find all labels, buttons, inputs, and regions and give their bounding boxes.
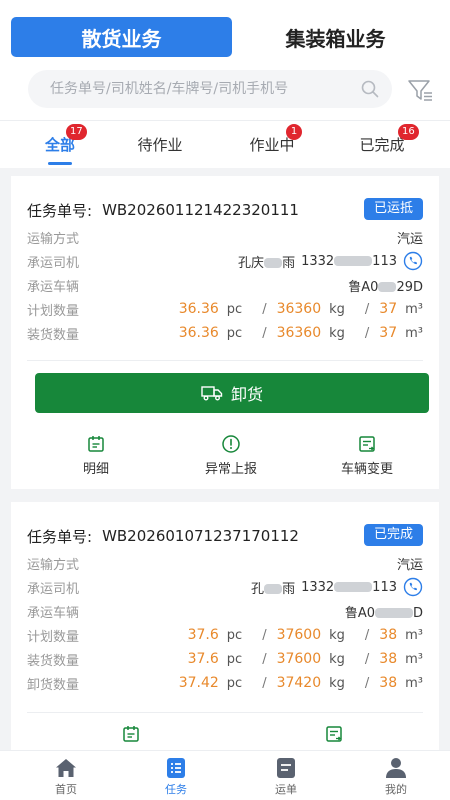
tab-all-badge: 17	[66, 124, 87, 140]
unload-quantity-row: 卸货数量 37.42 pc / 37420 kg / 38 m³	[27, 672, 423, 694]
transport-value: 汽运	[396, 231, 423, 247]
transport-label: 运输方式	[27, 557, 80, 573]
unload-quantity: 37.42 pc / 37420 kg / 38 m³	[178, 675, 423, 691]
transport-row: 运输方式 汽运	[27, 552, 423, 574]
order-number-row: 任务单号: WB202601071237170112 已完成	[27, 524, 423, 548]
driver-label: 承运司机	[27, 255, 80, 271]
nav-task[interactable]: 任务	[136, 757, 216, 797]
transport-value: 汽运	[396, 557, 423, 573]
plan-quantity-label: 计划数量	[27, 629, 80, 645]
task-list-page: 散货业务 集装箱业务 全部 17 待作业 作业中 1 已完成 16 任务单号:	[0, 0, 450, 800]
nav-waybill[interactable]: 运单	[246, 757, 326, 797]
driver-phone: 1332 113	[301, 253, 397, 269]
load-quantity-row: 装货数量 37.6 pc / 37600 kg / 38 m³	[27, 648, 423, 670]
driver-info: 孔庆雨 1332 113	[238, 251, 423, 271]
filter-icon[interactable]	[405, 75, 435, 105]
home-icon	[56, 759, 76, 777]
plan-quantity-row: 计划数量 37.6 pc / 37600 kg / 38 m³	[27, 624, 423, 646]
driver-row: 承运司机 孔庆雨 1332 113	[27, 250, 423, 272]
active-tab-indicator	[48, 162, 72, 165]
vehicle-row: 承运车辆 鲁A0 29D	[27, 274, 423, 296]
driver-name: 孔庆雨	[238, 255, 296, 271]
load-quantity: 37.6 pc / 37600 kg / 38 m³	[187, 651, 423, 667]
order-number-label: 任务单号:	[27, 527, 93, 546]
search-input[interactable]	[50, 81, 340, 97]
vehicle-row: 承运车辆 鲁A0 D	[27, 600, 423, 622]
load-quantity-label: 装货数量	[27, 653, 80, 669]
calendar-icon	[88, 436, 104, 452]
driver-info: 孔雨 1332 113	[251, 577, 423, 597]
card-divider	[27, 712, 423, 713]
driver-phone: 1332 113	[301, 579, 397, 595]
header-divider	[0, 120, 450, 121]
card-divider	[27, 360, 423, 361]
vehicle-label: 承运车辆	[27, 605, 80, 621]
tab-in-progress-badge: 1	[286, 124, 302, 140]
unload-quantity-label: 卸货数量	[27, 677, 80, 693]
search-bar	[28, 70, 392, 108]
plan-quantity-row: 计划数量 36.36 pc / 36360 kg / 37 m³	[27, 298, 423, 320]
detail-action[interactable]	[86, 724, 176, 748]
search-icon[interactable]	[360, 79, 380, 99]
edit-document-icon	[326, 726, 342, 742]
load-quantity-row: 装货数量 36.36 pc / 36360 kg / 37 m³	[27, 322, 423, 344]
header-panel: 散货业务 集装箱业务 全部 17 待作业 作业中 1 已完成 16	[0, 0, 450, 168]
load-quantity: 36.36 pc / 36360 kg / 37 m³	[178, 325, 423, 341]
nav-profile[interactable]: 我的	[356, 757, 436, 797]
alert-icon	[222, 435, 240, 453]
container-business-tab[interactable]: 集装箱业务	[232, 17, 439, 57]
plan-quantity: 36.36 pc / 36360 kg / 37 m³	[178, 301, 423, 317]
order-number: WB202601071237170112	[102, 527, 299, 545]
status-badge: 已完成	[363, 524, 423, 546]
driver-row: 承运司机 孔雨 1332 113	[27, 576, 423, 598]
vehicle-plate: 鲁A0 29D	[348, 279, 423, 295]
load-quantity-label: 装货数量	[27, 327, 80, 343]
vehicle-change-action[interactable]	[289, 724, 379, 748]
unload-button-label: 卸货	[230, 385, 263, 404]
phone-icon[interactable]	[403, 577, 423, 597]
transport-row: 运输方式 汽运	[27, 226, 423, 248]
tab-pending[interactable]: 待作业	[120, 130, 200, 160]
profile-icon	[386, 758, 406, 778]
plan-quantity-label: 计划数量	[27, 303, 80, 319]
vehicle-plate: 鲁A0 D	[344, 605, 423, 621]
nav-home[interactable]: 首页	[26, 757, 106, 797]
bulk-business-tab[interactable]: 散货业务	[11, 17, 232, 57]
truck-icon	[201, 386, 223, 401]
calendar-icon	[123, 726, 139, 742]
exception-report-action[interactable]: 异常上报	[186, 434, 276, 477]
order-number: WB202601121422320111	[102, 201, 299, 219]
edit-document-icon	[359, 436, 375, 452]
transport-label: 运输方式	[27, 231, 80, 247]
vehicle-change-action[interactable]: 车辆变更	[322, 434, 412, 477]
bottom-nav: 首页 任务 运单 我的	[0, 750, 450, 800]
driver-label: 承运司机	[27, 581, 80, 597]
status-badge: 已运抵	[363, 198, 423, 220]
order-number-row: 任务单号: WB202601121422320111 已运抵	[27, 198, 423, 222]
vehicle-label: 承运车辆	[27, 279, 80, 295]
task-icon	[167, 758, 185, 778]
waybill-icon	[277, 758, 295, 778]
phone-icon[interactable]	[403, 251, 423, 271]
tab-all[interactable]: 全部	[20, 130, 100, 160]
plan-quantity: 37.6 pc / 37600 kg / 38 m³	[187, 627, 423, 643]
driver-name: 孔雨	[251, 581, 296, 597]
unload-button[interactable]: 卸货	[35, 373, 429, 413]
order-number-label: 任务单号:	[27, 201, 93, 220]
detail-action[interactable]: 明细	[51, 434, 141, 477]
tab-completed-badge: 16	[398, 124, 419, 140]
task-card[interactable]: 任务单号: WB202601121422320111 已运抵 运输方式 汽运 承…	[11, 176, 439, 489]
